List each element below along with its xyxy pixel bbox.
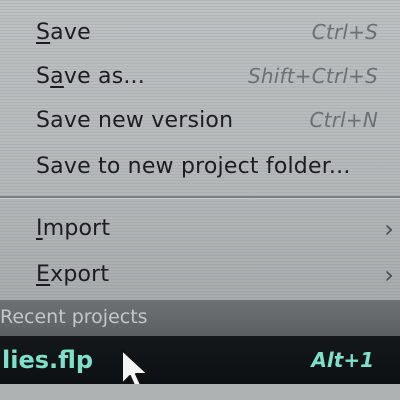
menu-bottom-edge — [0, 384, 400, 400]
chevron-right-icon: › — [384, 261, 394, 289]
menu-item-save-as[interactable]: Save as... Shift+Ctrl+S — [0, 58, 400, 96]
menu-item-import[interactable]: Import › — [0, 210, 400, 248]
recent-project-label: lies.flp — [2, 346, 94, 374]
menu-item-shortcut: Ctrl+N — [309, 108, 378, 132]
menu-item-label: Save new version — [36, 108, 234, 133]
recent-project-item[interactable]: lies.flp Alt+1 — [0, 336, 400, 384]
menu-item-shortcut: Ctrl+S — [311, 20, 378, 44]
file-menu: Save Ctrl+S Save as... Shift+Ctrl+S Save… — [0, 0, 400, 400]
menu-item-label: Save to new project folder... — [36, 154, 351, 179]
recent-projects-header: Recent projects — [0, 300, 400, 336]
menu-item-save[interactable]: Save Ctrl+S — [0, 14, 400, 52]
menu-divider — [0, 196, 400, 198]
menu-item-shortcut: Shift+Ctrl+S — [247, 64, 378, 88]
recent-project-shortcut: Alt+1 — [311, 348, 374, 372]
menu-item-label: Import — [36, 216, 111, 241]
chevron-right-icon: › — [384, 215, 394, 243]
menu-item-label: Save as... — [36, 64, 145, 89]
menu-item-label: Export — [36, 262, 110, 287]
menu-item-export[interactable]: Export › — [0, 256, 400, 294]
menu-item-save-to-new-project-folder[interactable]: Save to new project folder... — [0, 148, 400, 186]
menu-item-label: Save — [36, 20, 91, 45]
section-header-label: Recent projects — [0, 306, 148, 328]
menu-item-save-new-version[interactable]: Save new version Ctrl+N — [0, 102, 400, 140]
